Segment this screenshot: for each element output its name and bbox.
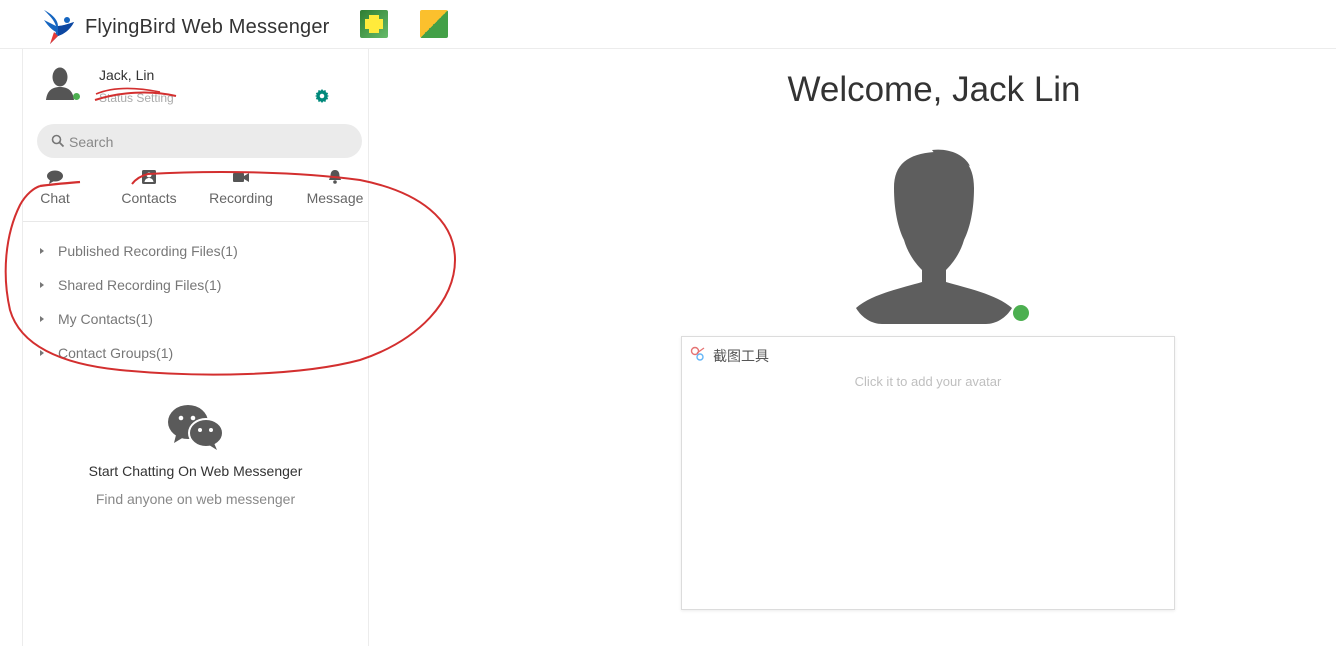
app-title: FlyingBird Web Messenger bbox=[85, 16, 330, 38]
bird-logo-icon[interactable] bbox=[40, 8, 76, 46]
user-avatar-icon[interactable] bbox=[45, 66, 75, 100]
tab-contacts[interactable]: Contacts bbox=[109, 167, 189, 221]
screenshot-tool-label[interactable]: 截图工具 bbox=[713, 346, 769, 366]
gear-icon[interactable] bbox=[315, 89, 329, 103]
avatar-upload-box[interactable]: 截图工具 Click it to add your avatar bbox=[681, 336, 1175, 610]
online-status-dot bbox=[1013, 305, 1029, 321]
video-camera-icon bbox=[233, 173, 249, 182]
search-input[interactable] bbox=[67, 124, 351, 160]
contact-tree: Published Recording Files(1) Shared Reco… bbox=[23, 234, 368, 370]
tab-label: Contacts bbox=[121, 190, 177, 206]
tree-item-label: Contact Groups(1) bbox=[58, 345, 174, 361]
tab-label: Chat bbox=[40, 190, 70, 206]
tab-recording[interactable]: Recording bbox=[201, 167, 281, 221]
green-plus-app-icon[interactable] bbox=[360, 10, 388, 38]
chat-bubble-icon bbox=[47, 170, 63, 184]
profile-avatar-icon[interactable] bbox=[856, 148, 1012, 324]
wechat-chat-icon bbox=[168, 405, 224, 450]
status-setting-link[interactable]: Status Setting bbox=[99, 91, 174, 105]
search-box[interactable] bbox=[37, 124, 362, 160]
tab-message[interactable]: Message bbox=[295, 167, 375, 221]
caret-right-icon bbox=[40, 248, 44, 254]
sidebar: Jack, Lin Status Setting Chat Contacts bbox=[22, 49, 369, 646]
welcome-heading: Welcome, Jack Lin bbox=[787, 70, 1081, 109]
scissors-tool-icon[interactable] bbox=[690, 346, 706, 362]
tab-label: Recording bbox=[209, 190, 273, 206]
tab-bar: Chat Contacts Recording Message bbox=[23, 167, 368, 222]
empty-state-title: Start Chatting On Web Messenger bbox=[88, 463, 303, 479]
caret-right-icon bbox=[40, 350, 44, 356]
empty-state-subtitle: Find anyone on web messenger bbox=[95, 491, 296, 507]
tree-item-label: Published Recording Files(1) bbox=[58, 243, 238, 259]
tree-item-label: My Contacts(1) bbox=[58, 311, 153, 327]
app-header: FlyingBird Web Messenger bbox=[0, 0, 1336, 49]
contact-card-icon bbox=[142, 170, 156, 184]
tree-item-my-contacts[interactable]: My Contacts(1) bbox=[23, 302, 368, 336]
avatar-upload-hint: Click it to add your avatar bbox=[854, 374, 1002, 389]
bell-icon bbox=[329, 170, 341, 184]
multi-color-app-icon[interactable] bbox=[420, 10, 448, 38]
online-status-dot bbox=[73, 93, 80, 100]
tab-label: Message bbox=[306, 190, 364, 206]
profile-name: Jack, Lin bbox=[99, 67, 155, 83]
tab-chat[interactable]: Chat bbox=[15, 167, 95, 221]
tree-item-contact-groups[interactable]: Contact Groups(1) bbox=[23, 336, 368, 370]
tree-item-published-recordings[interactable]: Published Recording Files(1) bbox=[23, 234, 368, 268]
caret-right-icon bbox=[40, 316, 44, 322]
search-icon bbox=[51, 134, 65, 148]
tree-item-shared-recordings[interactable]: Shared Recording Files(1) bbox=[23, 268, 368, 302]
caret-right-icon bbox=[40, 282, 44, 288]
tree-item-label: Shared Recording Files(1) bbox=[58, 277, 222, 293]
